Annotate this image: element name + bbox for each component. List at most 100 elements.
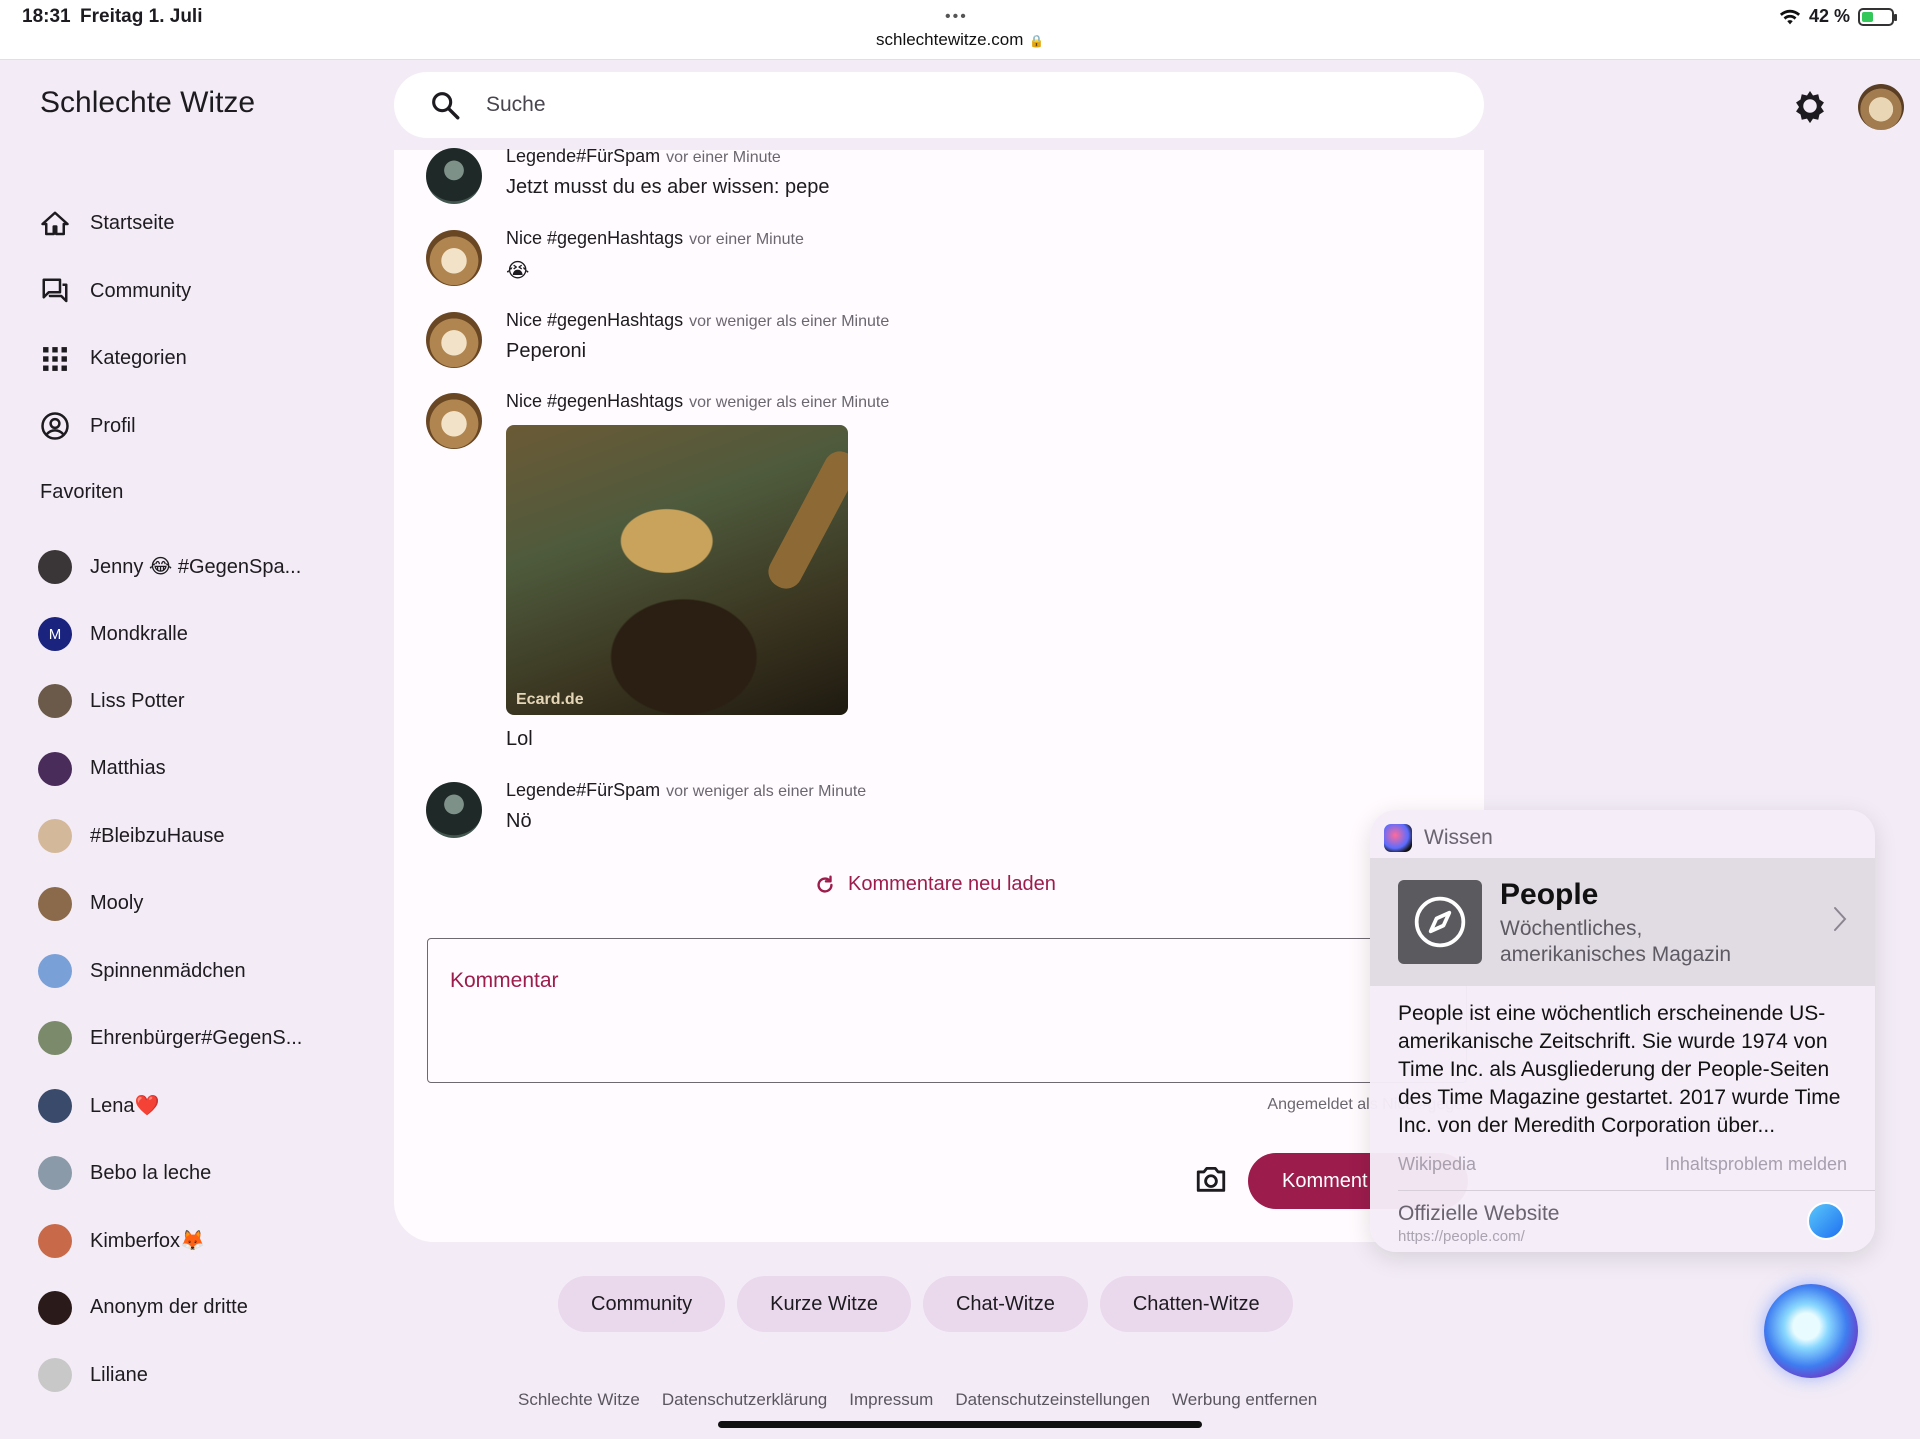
favorite-avatar (38, 886, 72, 921)
comment-author[interactable]: Legende#FürSpam (506, 146, 660, 166)
comment-author[interactable]: Nice #gegenHashtags (506, 228, 683, 248)
favorite-avatar (38, 1088, 72, 1123)
battery-icon (1858, 7, 1897, 26)
comment-avatar[interactable] (426, 782, 482, 838)
lock-icon: 🔒 (1029, 34, 1045, 48)
favorite-label: Lena❤️ (90, 1095, 160, 1118)
sidebar-item-profil[interactable]: Profil (38, 393, 368, 461)
siri-result-card[interactable]: People Wöchentliches, amerikanisches Mag… (1370, 858, 1875, 986)
favorite-item[interactable]: Anonym der dritte (38, 1274, 368, 1341)
search-input[interactable] (486, 93, 1386, 117)
favorite-label: Kimberfox🦊 (90, 1230, 205, 1253)
favorite-item[interactable]: Jenny 😂 #GegenSpa... (38, 533, 368, 600)
favorite-item[interactable]: Liliane (38, 1342, 368, 1409)
reload-label: Kommentare neu laden (848, 873, 1056, 895)
sidebar-item-community[interactable]: Community (38, 258, 368, 326)
sidebar-item-label: Profil (90, 414, 136, 437)
favorite-avatar (38, 1290, 72, 1325)
favorite-label: Spinnenmädchen (90, 959, 246, 982)
search-bar[interactable] (394, 72, 1484, 138)
favorite-item[interactable]: Ehrenbürger#GegenS... (38, 1005, 368, 1072)
comment-time: vor einer Minute (689, 231, 804, 248)
favorite-item[interactable]: #BleibzuHause (38, 803, 368, 870)
user-avatar[interactable] (1858, 84, 1904, 130)
comment-avatar[interactable] (426, 230, 482, 286)
favorite-item[interactable]: Matthias (38, 735, 368, 802)
favorite-label: #BleibzuHause (90, 824, 225, 847)
favorite-item[interactable]: Liss Potter (38, 668, 368, 735)
comment-header: Nice #gegenHashtags vor weniger als einer… (506, 391, 889, 412)
browser-more-icon[interactable]: ••• (945, 8, 968, 26)
favorite-avatar (38, 751, 72, 786)
safari-icon[interactable] (1807, 1202, 1845, 1240)
favorite-avatar (38, 549, 72, 584)
address-url: schlechtewitze.com (876, 30, 1024, 49)
chip-community[interactable]: Community (558, 1276, 726, 1332)
comment-author[interactable]: Legende#FürSpam (506, 780, 660, 800)
favorite-label: Liliane (90, 1363, 148, 1386)
favorite-item[interactable]: Kimberfox🦊 (38, 1207, 368, 1274)
siri-orb-icon[interactable] (1764, 1284, 1858, 1378)
comment-textarea[interactable]: Kommentar (427, 938, 1467, 1083)
comment-author[interactable]: Nice #gegenHashtags (506, 391, 683, 411)
siri-report-link[interactable]: Inhaltsproblem melden (1665, 1154, 1847, 1175)
divider (1398, 1190, 1875, 1191)
status-time: 18:31 (22, 6, 71, 27)
battery-percent: 42 % (1808, 6, 1850, 26)
sidebar-item-kategorien[interactable]: Kategorien (38, 325, 368, 393)
footer-link-privacy[interactable]: Datenschutzerklärung (662, 1390, 827, 1410)
footer-links: Schlechte Witze Datenschutzerklärung Imp… (518, 1390, 1317, 1410)
favorites-heading: Favoriten (40, 481, 124, 503)
favorite-item[interactable]: Spinnenmädchen (38, 937, 368, 1004)
footer-link-remove-ads[interactable]: Werbung entfernen (1172, 1390, 1317, 1410)
theme-settings-icon[interactable] (1792, 88, 1828, 124)
comment-text: Jetzt musst du es aber wissen: pepe (506, 176, 830, 198)
siri-header-label: Wissen (1424, 826, 1493, 849)
sidebar-nav: Startseite Community Kategorien Profil (38, 190, 368, 460)
chip-chat-witze[interactable]: Chat-Witze (922, 1276, 1088, 1332)
footer-link-imprint[interactable]: Impressum (849, 1390, 933, 1410)
home-indicator[interactable] (718, 1421, 1202, 1428)
camera-icon[interactable] (1194, 1162, 1228, 1196)
sidebar-item-startseite[interactable]: Startseite (38, 190, 368, 258)
sidebar-item-label: Community (90, 279, 192, 302)
comment-author[interactable]: Nice #gegenHashtags (506, 310, 683, 330)
refresh-icon (817, 875, 833, 893)
meme-arm (762, 445, 848, 595)
siri-result-subtitle: Wöchentliches, amerikanisches Magazin (1500, 917, 1732, 966)
comment-image-mona-lisa-dab[interactable]: Ecard.de (506, 425, 848, 715)
comment-time: vor weniger als einer Minute (689, 394, 890, 411)
favorite-item[interactable]: Lena❤️ (38, 1072, 368, 1139)
comment-text: Peperoni (506, 340, 587, 362)
official-website-url: https://people.com/ (1398, 1228, 1525, 1245)
comment-header: Legende#FürSpam vor einer Minute (506, 146, 781, 167)
chevron-right-icon (1834, 907, 1847, 931)
favorite-avatar (38, 1156, 72, 1191)
reload-comments-button[interactable]: Kommentare neu laden (814, 873, 1056, 896)
app-title[interactable]: Schlechte Witze (40, 86, 255, 120)
footer-link-home[interactable]: Schlechte Witze (518, 1390, 640, 1410)
chip-kurze-witze[interactable]: Kurze Witze (737, 1276, 911, 1332)
comment-time: vor weniger als einer Minute (666, 783, 867, 800)
siri-source-link[interactable]: Wikipedia (1398, 1154, 1476, 1175)
category-chips: Community Kurze Witze Chat-Witze Chatten… (558, 1276, 1293, 1332)
favorite-item[interactable]: M Mondkralle (38, 600, 368, 667)
favorite-label: Mooly (90, 892, 144, 915)
comment-avatar[interactable] (426, 148, 482, 204)
address-bar[interactable]: schlechtewitze.com 🔒 (876, 30, 1044, 50)
comment-header: Nice #gegenHashtags vor weniger als einer… (506, 310, 889, 331)
home-icon (38, 207, 72, 241)
comment-time: vor weniger als einer Minute (689, 313, 890, 330)
footer-link-privacy-settings[interactable]: Datenschutzeinstellungen (955, 1390, 1150, 1410)
siri-knowledge-panel: Wissen People Wöchentliches, amerikanisc… (1370, 810, 1875, 1252)
comment-text: Lol (506, 728, 533, 750)
comment-text: Nö (506, 810, 532, 832)
comment-avatar[interactable] (426, 312, 482, 368)
favorite-item[interactable]: Mooly (38, 870, 368, 937)
official-website-link[interactable]: Offizielle Website (1398, 1202, 1559, 1226)
favorite-item[interactable]: Bebo la leche (38, 1140, 368, 1207)
comment-avatar[interactable] (426, 393, 482, 449)
favorite-label: Mondkralle (90, 622, 188, 645)
chip-chatten-witze[interactable]: Chatten-Witze (1099, 1276, 1293, 1332)
comment-placeholder: Kommentar (450, 969, 559, 992)
